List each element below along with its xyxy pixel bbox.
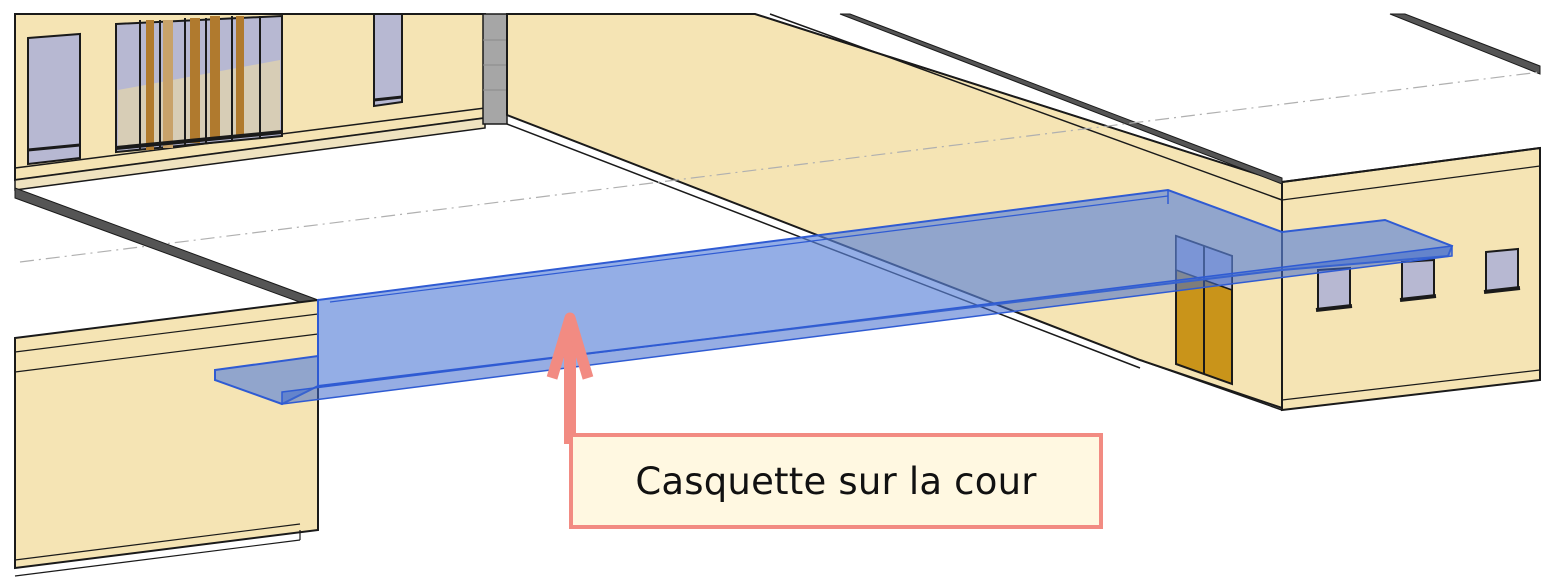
- annotation-callout: Casquette sur la cour: [569, 433, 1103, 529]
- window-left-3: [373, 13, 403, 108]
- window-right-2: [1399, 258, 1437, 302]
- left-parapet: [14, 187, 320, 305]
- window-right-1: [1315, 266, 1353, 312]
- window-left-1: [27, 32, 81, 166]
- annotation-label: Casquette sur la cour: [635, 459, 1037, 503]
- window-left-2: [115, 14, 283, 154]
- front-left-building: [14, 298, 319, 577]
- concrete-column: [482, 13, 508, 125]
- window-right-3: [1483, 247, 1521, 294]
